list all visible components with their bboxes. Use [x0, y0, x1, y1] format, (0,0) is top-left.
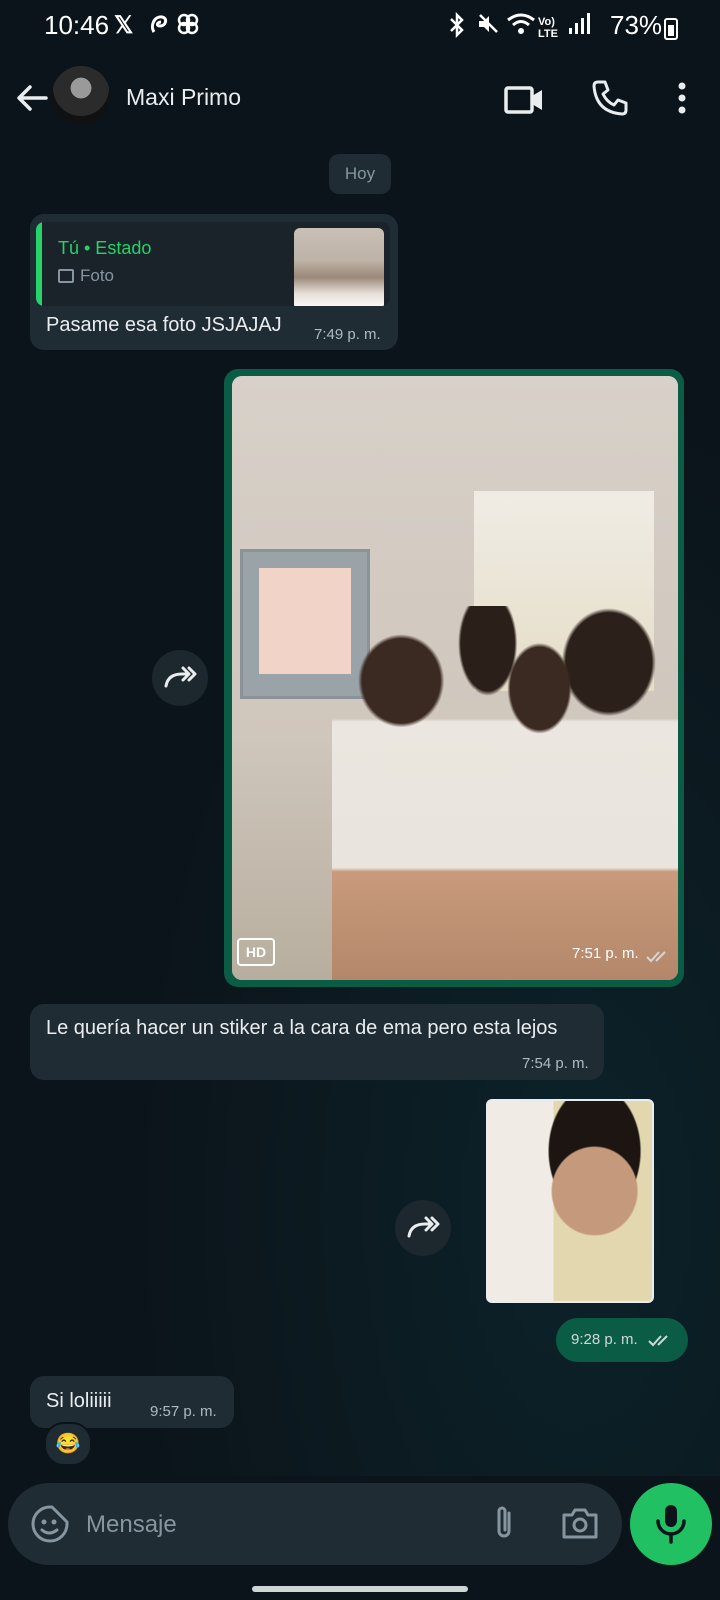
message-input[interactable] [84, 1505, 468, 1545]
mute-icon [476, 12, 500, 43]
threads-icon [148, 12, 170, 45]
volte-icon: Vo) LTE [538, 16, 558, 40]
message-time: 7:51 p. m. [572, 945, 639, 962]
message-time: 7:54 p. m. [522, 1055, 589, 1072]
photo-people [332, 606, 678, 980]
bluetooth-icon [448, 11, 466, 45]
paperclip-icon[interactable] [484, 1503, 524, 1543]
message-time: 7:49 p. m. [314, 326, 381, 343]
forward-icon [164, 666, 197, 688]
microphone-icon [656, 1505, 686, 1544]
battery-percent: 73% [610, 10, 663, 40]
message-time: 9:57 p. m. [150, 1403, 217, 1420]
double-check-icon [648, 1335, 668, 1347]
incoming-message-bubble[interactable] [30, 1004, 604, 1080]
quote-author: Tú • Estado [58, 238, 152, 258]
forward-button[interactable] [395, 1200, 451, 1256]
system-nav-bar [0, 1576, 720, 1600]
message-text: Le quería hacer un stiker a la cara de e… [46, 1017, 558, 1039]
contact-avatar[interactable] [52, 66, 110, 124]
photo-message[interactable] [232, 376, 678, 980]
pinwheel-icon [176, 12, 200, 43]
camera-icon[interactable] [560, 1503, 600, 1543]
video-call-icon[interactable] [504, 80, 544, 120]
forward-button[interactable] [152, 650, 208, 706]
date-chip: Hoy [329, 154, 391, 194]
message-time: 9:28 p. m. [571, 1331, 638, 1348]
signal-icon [568, 12, 590, 43]
back-arrow-icon[interactable] [12, 78, 52, 118]
quote-thumbnail [294, 228, 384, 306]
voice-message-button[interactable] [630, 1483, 712, 1565]
reaction-emoji[interactable]: 😂 [44, 1422, 92, 1466]
contact-name[interactable]: Maxi Primo [126, 84, 241, 111]
x-logo-icon: 𝕏 [114, 12, 134, 39]
home-gesture-handle[interactable] [252, 1586, 468, 1592]
message-text: Pasame esa foto JSJAJAJ [46, 314, 282, 336]
photo-icon [58, 269, 74, 283]
status-time: 10:46 [44, 10, 110, 40]
more-options-icon[interactable] [670, 78, 694, 118]
sticker-icon[interactable] [30, 1504, 70, 1544]
quote-type: Foto [80, 266, 115, 285]
double-check-icon [646, 951, 666, 963]
sticker-message[interactable] [486, 1099, 654, 1303]
wifi-icon [506, 12, 536, 43]
battery-icon [664, 18, 678, 40]
quote-accent-bar [36, 222, 42, 306]
phone-icon[interactable] [590, 78, 630, 118]
forward-icon [407, 1216, 440, 1238]
chat-header: Maxi Primo [0, 56, 720, 147]
message-text: Si loliiiii [46, 1390, 112, 1412]
message-composer [8, 1483, 622, 1565]
status-bar: 10:46 𝕏 Vo) LTE 73% [0, 0, 720, 56]
hd-badge: HD [237, 938, 275, 966]
quoted-status[interactable]: Tú • Estado Foto [36, 222, 390, 306]
